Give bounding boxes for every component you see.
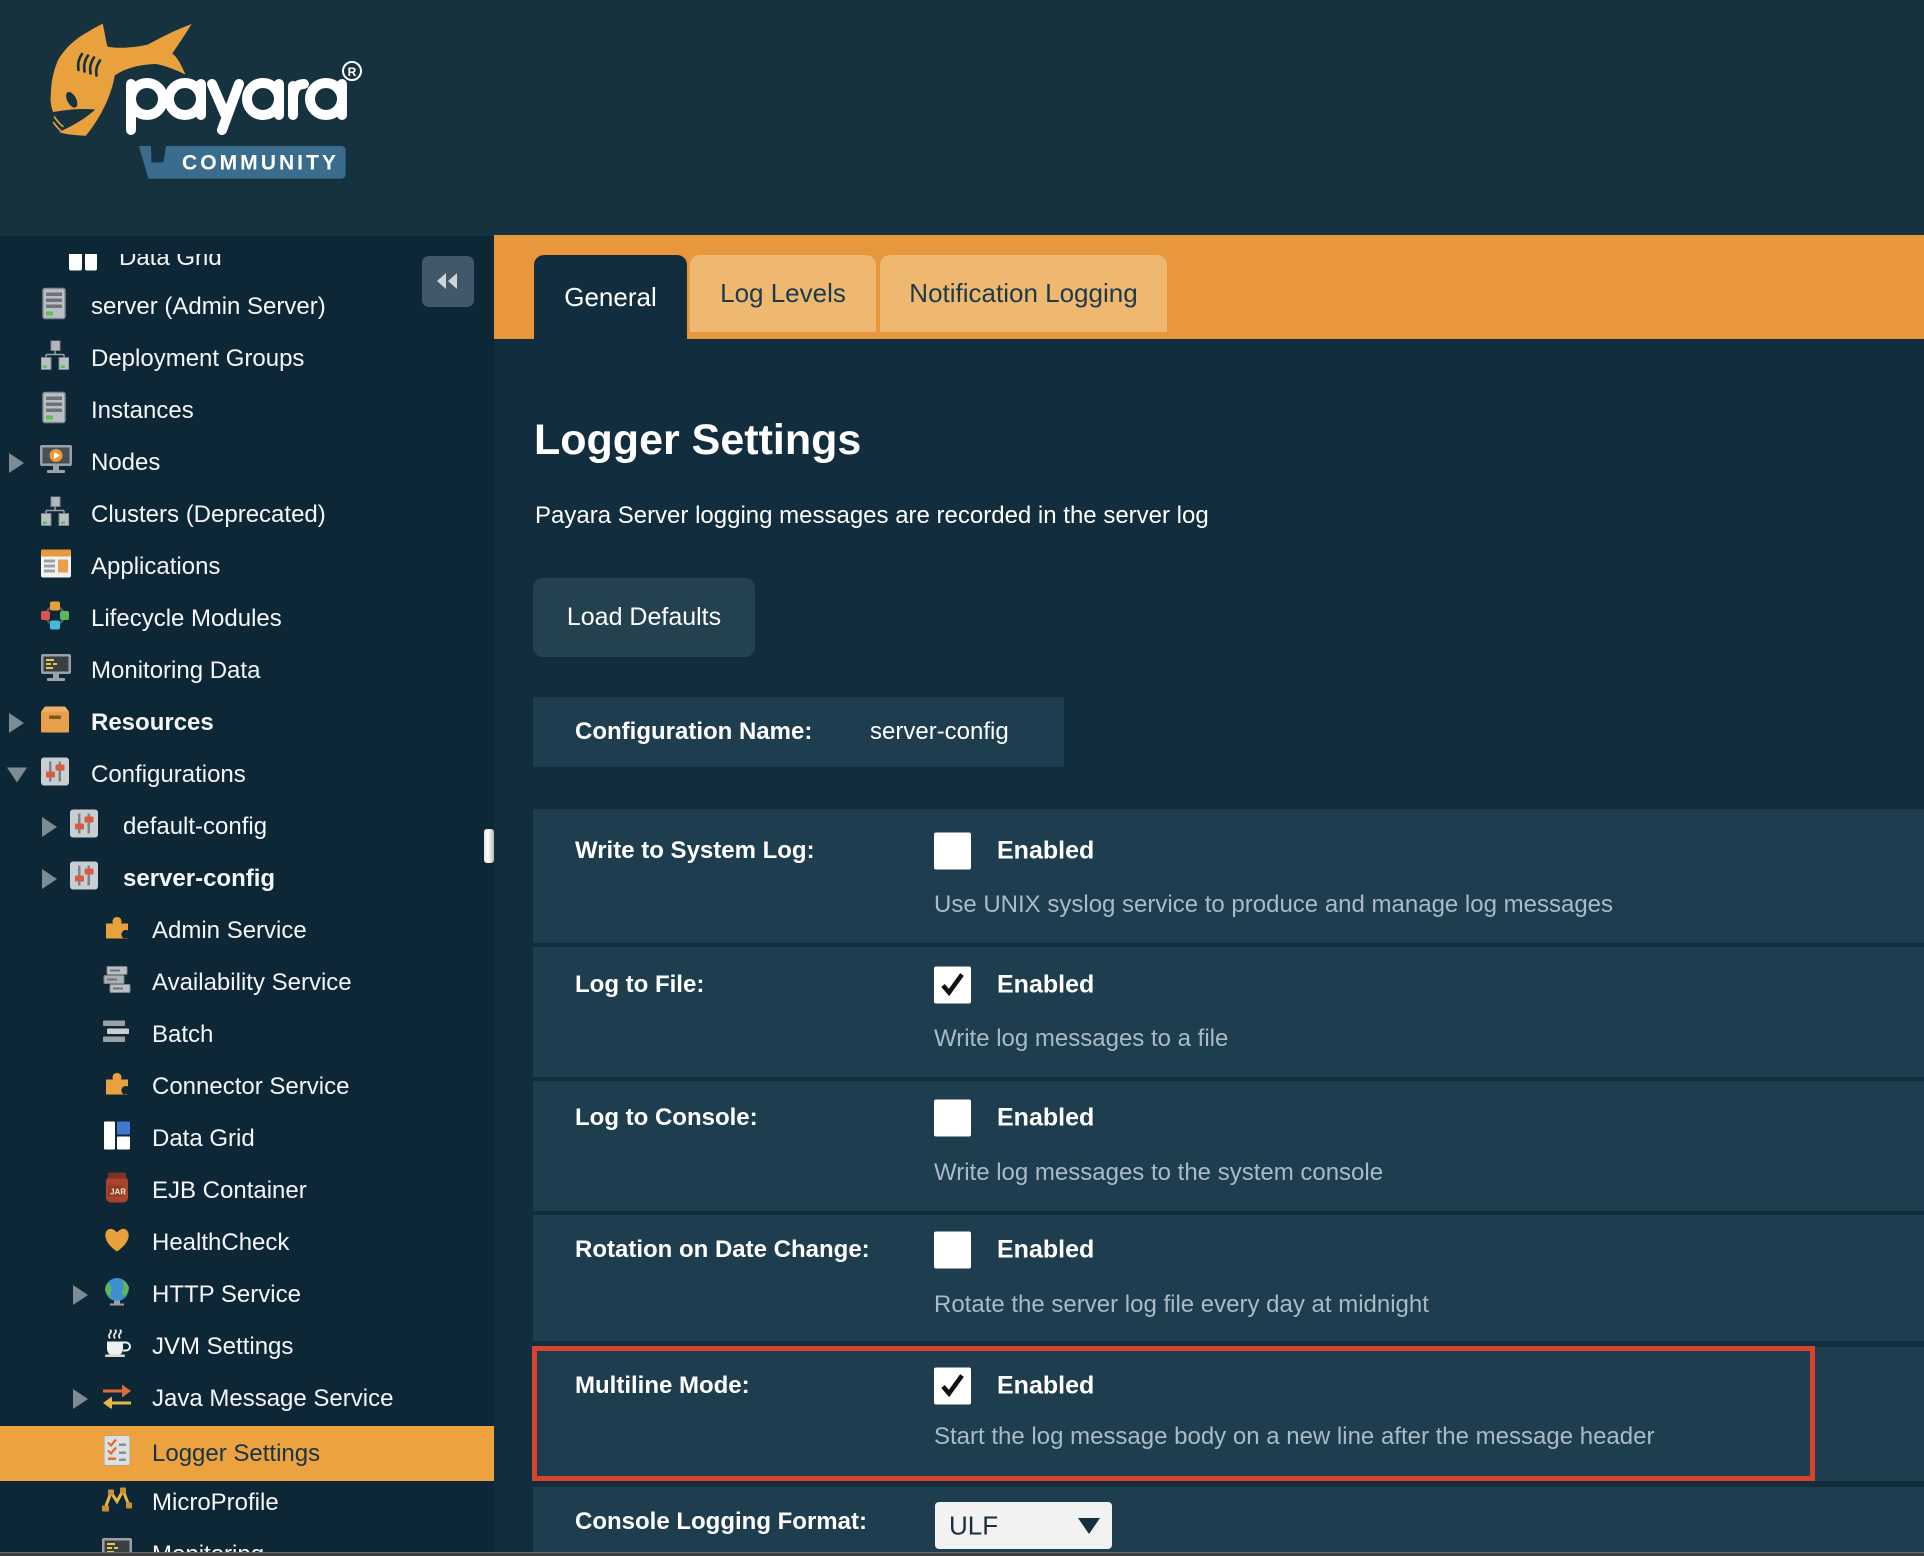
svg-text:JAR: JAR	[110, 1188, 126, 1197]
svg-text:COMMUNITY: COMMUNITY	[182, 152, 339, 175]
svg-text:R: R	[348, 65, 357, 79]
